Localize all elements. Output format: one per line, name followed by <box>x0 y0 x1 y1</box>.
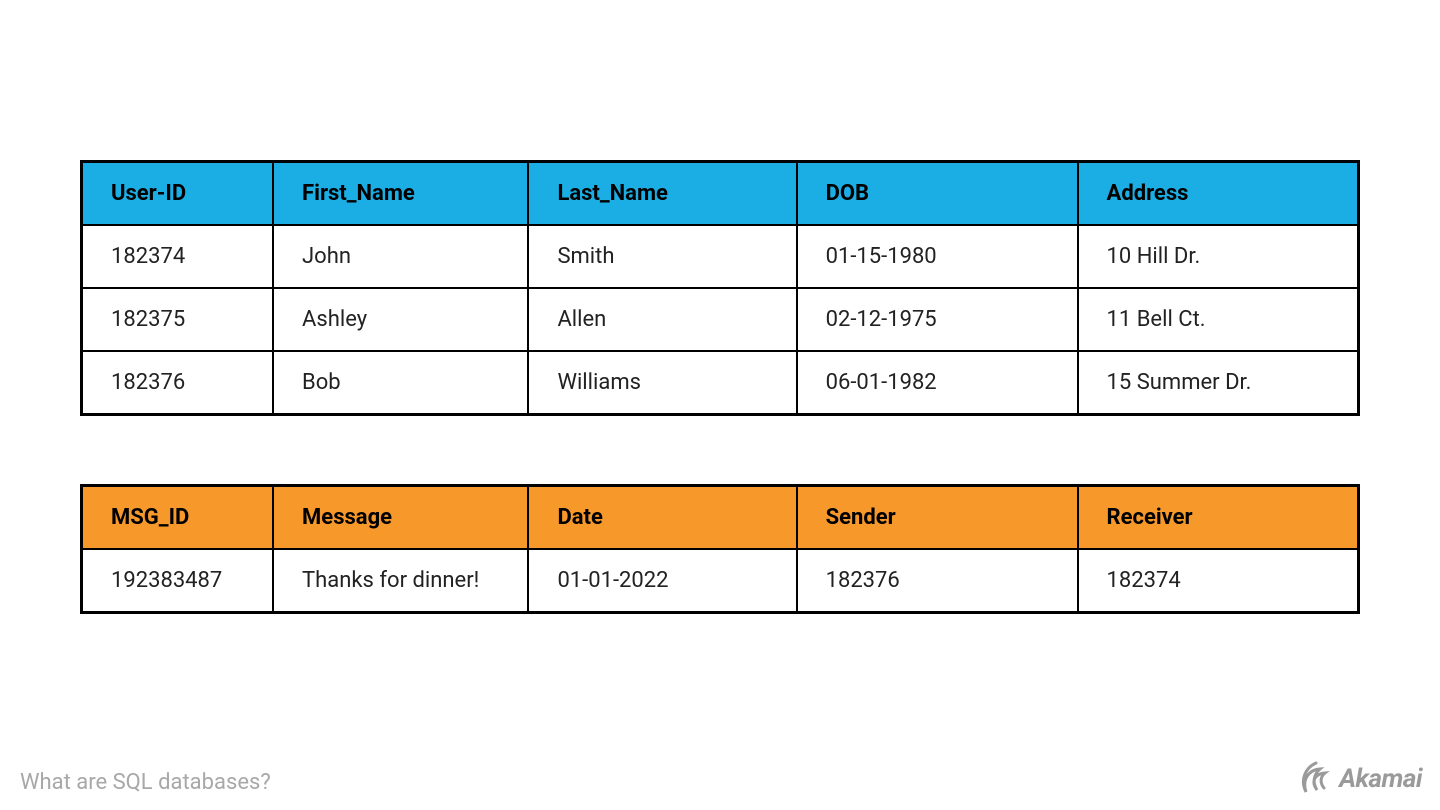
cell: 01-15-1980 <box>797 225 1078 288</box>
cell: 182376 <box>797 549 1078 613</box>
cell: 182374 <box>1078 549 1359 613</box>
cell: 11 Bell Ct. <box>1078 288 1359 351</box>
cell: 15 Summer Dr. <box>1078 351 1359 415</box>
cell: Bob <box>273 351 528 415</box>
table-header-row: User-ID First_Name Last_Name DOB Address <box>82 162 1359 226</box>
cell: 10 Hill Dr. <box>1078 225 1359 288</box>
cell: 192383487 <box>82 549 274 613</box>
spacer <box>80 416 1360 484</box>
column-header: Message <box>273 486 528 550</box>
column-header: User-ID <box>82 162 274 226</box>
cell: Ashley <box>273 288 528 351</box>
cell: 182376 <box>82 351 274 415</box>
cell: Williams <box>528 351 796 415</box>
column-header: DOB <box>797 162 1078 226</box>
table-row: 182374 John Smith 01-15-1980 10 Hill Dr. <box>82 225 1359 288</box>
cell: John <box>273 225 528 288</box>
diagram-content: User-ID First_Name Last_Name DOB Address… <box>0 0 1440 614</box>
cell: 06-01-1982 <box>797 351 1078 415</box>
cell: 02-12-1975 <box>797 288 1078 351</box>
users-table: User-ID First_Name Last_Name DOB Address… <box>80 160 1360 416</box>
column-header: Date <box>528 486 796 550</box>
cell: 182375 <box>82 288 274 351</box>
column-header: First_Name <box>273 162 528 226</box>
column-header: Address <box>1078 162 1359 226</box>
column-header: Sender <box>797 486 1078 550</box>
page-caption: What are SQL databases? <box>20 770 271 795</box>
column-header: Receiver <box>1078 486 1359 550</box>
table-row: 182375 Ashley Allen 02-12-1975 11 Bell C… <box>82 288 1359 351</box>
cell: Thanks for dinner! <box>273 549 528 613</box>
column-header: Last_Name <box>528 162 796 226</box>
column-header: MSG_ID <box>82 486 274 550</box>
brand-name: Akamai <box>1339 764 1422 794</box>
table-header-row: MSG_ID Message Date Sender Receiver <box>82 486 1359 550</box>
akamai-wave-icon <box>1297 760 1335 798</box>
cell: 182374 <box>82 225 274 288</box>
cell: Smith <box>528 225 796 288</box>
cell: Allen <box>528 288 796 351</box>
table-row: 182376 Bob Williams 06-01-1982 15 Summer… <box>82 351 1359 415</box>
table-row: 192383487 Thanks for dinner! 01-01-2022 … <box>82 549 1359 613</box>
brand-logo: Akamai <box>1297 760 1422 798</box>
messages-table: MSG_ID Message Date Sender Receiver 1923… <box>80 484 1360 614</box>
cell: 01-01-2022 <box>528 549 796 613</box>
